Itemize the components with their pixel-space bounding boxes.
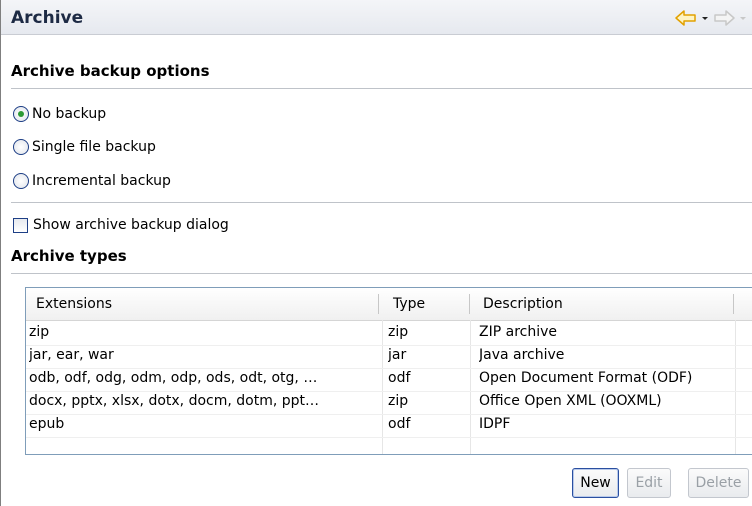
radio-label: Incremental backup bbox=[32, 173, 171, 189]
radio-no-backup[interactable]: No backup bbox=[13, 104, 106, 124]
checkbox-label: Show archive backup dialog bbox=[33, 217, 229, 233]
table-header: Extensions Type Description bbox=[26, 288, 752, 321]
edit-button[interactable]: Edit bbox=[627, 468, 671, 498]
radio-incremental-backup[interactable]: Incremental backup bbox=[13, 171, 171, 191]
back-arrow-icon[interactable] bbox=[675, 9, 697, 27]
forward-dropdown-chevron-icon bbox=[739, 9, 747, 27]
table-row[interactable]: odb, odf, odg, odm, odp, ods, odt, otg, … bbox=[26, 368, 752, 391]
table-row[interactable]: zip zip ZIP archive bbox=[26, 322, 752, 345]
radio-label: Single file backup bbox=[32, 139, 156, 155]
column-divider[interactable] bbox=[469, 294, 470, 314]
cell-description: IDPF bbox=[479, 416, 511, 432]
section-separator bbox=[11, 88, 752, 89]
table-row[interactable]: docx, pptx, xlsx, dotx, docm, dotm, ppt…… bbox=[26, 391, 752, 414]
cell-description: Open Document Format (ODF) bbox=[479, 370, 693, 386]
column-header-description[interactable]: Description bbox=[473, 288, 733, 320]
radio-single-file-backup[interactable]: Single file backup bbox=[13, 137, 156, 157]
radio-button-icon[interactable] bbox=[13, 139, 29, 155]
archive-preferences-page: Archive Archive backup options No backup… bbox=[0, 0, 752, 506]
column-divider[interactable] bbox=[378, 294, 379, 314]
cell-type: jar bbox=[388, 347, 407, 363]
cell-description: Office Open XML (OOXML) bbox=[479, 393, 662, 409]
back-dropdown-chevron-icon[interactable] bbox=[701, 9, 709, 27]
cell-type: odf bbox=[388, 416, 411, 432]
radio-button-icon[interactable] bbox=[13, 106, 29, 122]
checkbox-icon[interactable] bbox=[13, 217, 28, 233]
table-row[interactable]: epub odf IDPF bbox=[26, 414, 752, 437]
archive-types-heading: Archive types bbox=[11, 247, 127, 265]
cell-description: Java archive bbox=[479, 347, 565, 363]
cell-extensions: epub bbox=[29, 416, 65, 432]
new-button[interactable]: New bbox=[572, 468, 619, 498]
column-divider[interactable] bbox=[733, 294, 734, 314]
cell-type: odf bbox=[388, 370, 411, 386]
cell-extensions: odb, odf, odg, odm, odp, ods, odt, otg, … bbox=[29, 370, 318, 386]
cell-description: ZIP archive bbox=[479, 324, 557, 340]
forward-arrow-icon bbox=[713, 9, 735, 27]
column-header-extensions[interactable]: Extensions bbox=[26, 288, 378, 320]
delete-button[interactable]: Delete bbox=[688, 468, 749, 498]
section-separator bbox=[11, 202, 752, 203]
cell-extensions: jar, ear, war bbox=[29, 347, 114, 363]
page-title: Archive bbox=[11, 8, 84, 28]
cell-extensions: zip bbox=[29, 324, 50, 340]
section-separator bbox=[11, 273, 752, 274]
row-gridline bbox=[26, 437, 752, 438]
radio-label: No backup bbox=[32, 106, 107, 122]
history-navigation bbox=[675, 9, 747, 27]
cell-type: zip bbox=[388, 393, 409, 409]
radio-button-icon[interactable] bbox=[13, 173, 29, 189]
cell-type: zip bbox=[388, 324, 409, 340]
archive-types-table[interactable]: Extensions Type Description zip zip ZIP … bbox=[25, 287, 752, 455]
cell-extensions: docx, pptx, xlsx, dotx, docm, dotm, ppt… bbox=[29, 393, 319, 409]
column-header-type[interactable]: Type bbox=[383, 288, 469, 320]
backup-options-heading: Archive backup options bbox=[11, 62, 210, 80]
show-backup-dialog-checkbox[interactable]: Show archive backup dialog bbox=[13, 215, 229, 235]
page-header: Archive bbox=[1, 0, 752, 35]
table-row[interactable]: jar, ear, war jar Java archive bbox=[26, 345, 752, 368]
